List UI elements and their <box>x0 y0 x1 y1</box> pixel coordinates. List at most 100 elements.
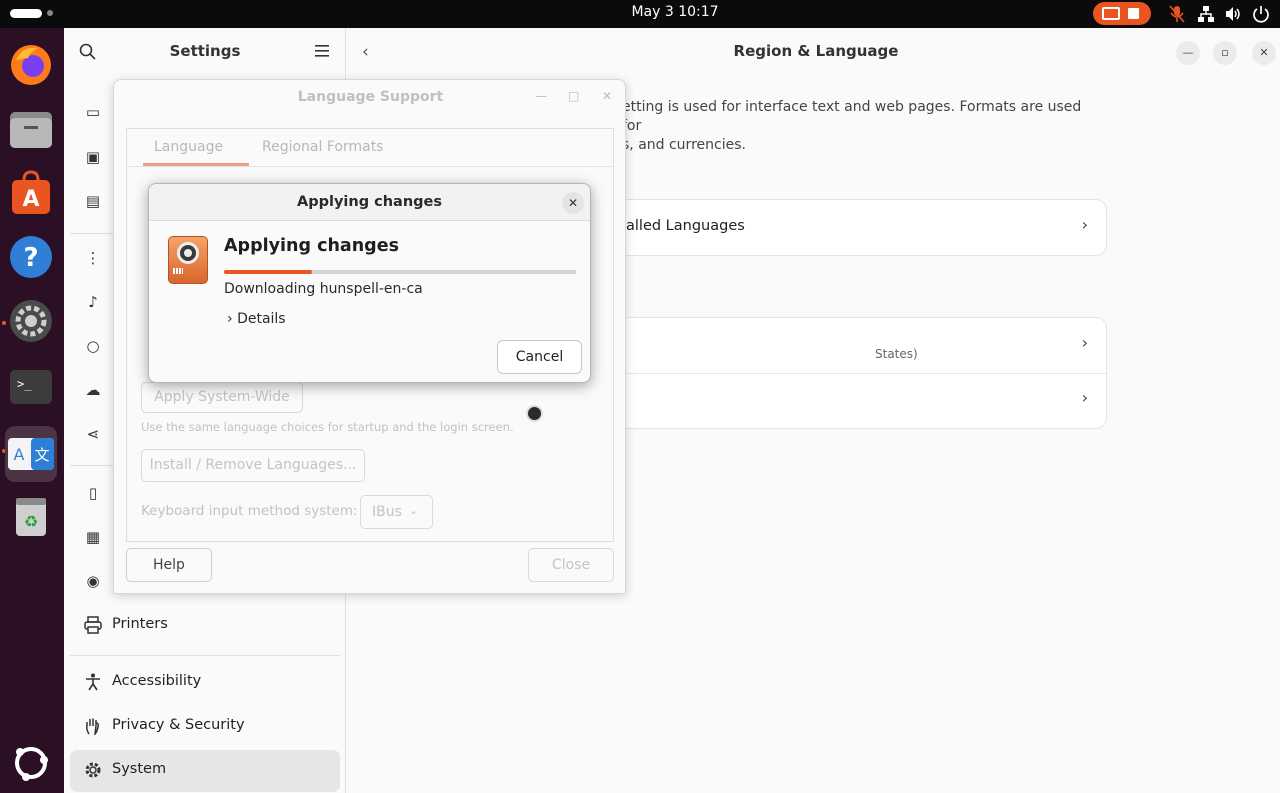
chevron-right-icon: › <box>1081 333 1088 352</box>
row-subtitle: States) <box>875 347 918 361</box>
cancel-button[interactable]: Cancel <box>497 340 582 374</box>
languages-card: alled Languages › <box>596 200 1106 255</box>
tab-language[interactable]: Language <box>154 139 223 155</box>
help-button[interactable]: Help <box>126 548 212 582</box>
screen-recording-indicator[interactable] <box>1093 2 1151 25</box>
svg-text:文: 文 <box>34 446 49 464</box>
svg-text:A: A <box>22 187 39 212</box>
power-icon[interactable] <box>1252 5 1270 23</box>
applying-changes-dialog: Applying changes ✕ Applying changes Down… <box>148 183 591 383</box>
svg-text:?: ? <box>23 243 38 273</box>
package-installer-icon <box>168 236 208 284</box>
install-remove-languages-button[interactable]: Install / Remove Languages... <box>141 449 365 482</box>
accessibility-icon <box>86 673 100 691</box>
barcode-icon <box>173 268 183 274</box>
show-apps-icon[interactable] <box>8 740 54 786</box>
close-button[interactable]: ✕ <box>602 89 612 103</box>
login-screen-row[interactable]: › <box>596 373 1106 428</box>
svg-text:A: A <box>14 445 25 464</box>
description-line: s, and currencies. <box>622 137 746 153</box>
firefox-icon[interactable] <box>8 42 54 88</box>
terminal-icon[interactable]: >_ <box>8 364 54 410</box>
keyboard-input-select[interactable]: IBus ⌄ <box>360 495 433 529</box>
sidebar-separator <box>70 655 340 656</box>
chevron-right-icon: › <box>227 311 233 327</box>
dialog-heading: Applying changes <box>224 236 399 256</box>
help-icon[interactable]: ? <box>8 234 54 280</box>
details-expander[interactable]: › Details <box>227 311 286 327</box>
manage-installed-languages-row[interactable]: alled Languages › <box>596 200 1106 255</box>
page-title: Region & Language <box>733 42 899 60</box>
sidebar-item-label: Accessibility <box>112 673 202 689</box>
sidebar-item-label: Printers <box>112 616 168 632</box>
tab-divider <box>127 166 613 167</box>
settings-icon[interactable] <box>8 298 54 344</box>
menu-icon[interactable] <box>315 45 329 57</box>
sidebar-item-label: System <box>112 761 167 777</box>
app-center-icon[interactable]: A <box>8 170 54 216</box>
clock[interactable]: May 3 10:17 <box>620 4 730 20</box>
top-bar: May 3 10:17 <box>0 0 1280 28</box>
select-value: IBus <box>372 504 402 520</box>
formats-card: States) › › <box>596 318 1106 428</box>
details-label: Details <box>237 311 286 327</box>
keyboard-input-label: Keyboard input method system: <box>141 503 358 519</box>
trash-icon[interactable]: ♻ <box>8 494 54 540</box>
sharing-icon: ⋖ <box>86 425 100 443</box>
maximize-button[interactable]: ▫ <box>1213 41 1237 65</box>
notifications-icon: ♪ <box>88 293 98 311</box>
network-icon[interactable] <box>1197 5 1215 23</box>
search-settings-icon: ○ <box>86 337 100 355</box>
hand-icon <box>86 718 99 735</box>
sidebar-item-privacy[interactable]: Privacy & Security <box>70 706 340 748</box>
online-accounts-icon: ☁ <box>85 381 101 399</box>
minimize-button[interactable]: — <box>535 89 547 103</box>
sidebar-item-accessibility[interactable]: Accessibility <box>70 662 340 704</box>
gear-icon <box>177 242 199 264</box>
gear-icon <box>85 762 101 778</box>
activities-button[interactable] <box>10 9 42 18</box>
files-icon[interactable] <box>8 106 54 152</box>
sidebar-item-system[interactable]: System <box>70 750 340 792</box>
close-icon[interactable]: ✕ <box>562 192 584 214</box>
close-button[interactable]: ✕ <box>1252 41 1276 65</box>
formats-row[interactable]: States) › <box>596 318 1106 373</box>
language-support-icon[interactable]: A文 <box>5 426 57 482</box>
svg-text:>_: >_ <box>17 377 32 391</box>
close-dialog-button[interactable]: Close <box>528 548 614 582</box>
workspace-indicator <box>47 10 53 16</box>
sidebar-header: Settings <box>64 28 346 74</box>
progress-bar-fill <box>224 270 312 274</box>
sidebar-title: Settings <box>169 42 241 60</box>
system-wide-hint: Use the same language choices for startu… <box>141 420 514 434</box>
tab-regional-formats[interactable]: Regional Formats <box>262 139 383 155</box>
sidebar-item-label: Privacy & Security <box>112 717 245 733</box>
status-text: Downloading hunspell-en-ca <box>224 281 423 297</box>
appearance-icon: ▤ <box>85 192 101 210</box>
svg-text:♻: ♻ <box>24 512 38 531</box>
apply-system-wide-button[interactable]: Apply System-Wide <box>141 382 303 413</box>
region-description: etting is used for interface text and we… <box>622 98 1092 155</box>
dock: A ? >_ A文 ♻ <box>0 28 64 793</box>
apps-icon: ⋮ <box>85 249 101 267</box>
row-label: alled Languages <box>626 218 745 234</box>
mic-off-icon[interactable] <box>1169 5 1185 23</box>
sidebar-item-printers[interactable]: Printers <box>70 605 340 647</box>
printer-icon <box>84 616 102 634</box>
stop-icon[interactable] <box>1128 8 1139 19</box>
description-line: etting is used for interface text and we… <box>622 99 1082 134</box>
running-indicator <box>2 321 6 325</box>
chevron-right-icon: › <box>1081 215 1088 234</box>
progress-bar <box>224 270 576 274</box>
window-title: Language Support <box>297 89 444 105</box>
dialog-title: Applying changes <box>297 194 442 210</box>
screen-share-icon <box>1102 7 1120 20</box>
keyboard-icon: ▦ <box>85 528 101 546</box>
chevron-right-icon: › <box>1081 388 1088 407</box>
dialog-header: Applying changes ✕ <box>149 184 590 221</box>
mouse-icon: ▯ <box>88 484 98 502</box>
minimize-button[interactable]: — <box>1176 41 1200 65</box>
color-icon: ◉ <box>86 572 100 590</box>
volume-icon[interactable] <box>1224 5 1242 23</box>
maximize-button[interactable]: □ <box>568 89 579 103</box>
